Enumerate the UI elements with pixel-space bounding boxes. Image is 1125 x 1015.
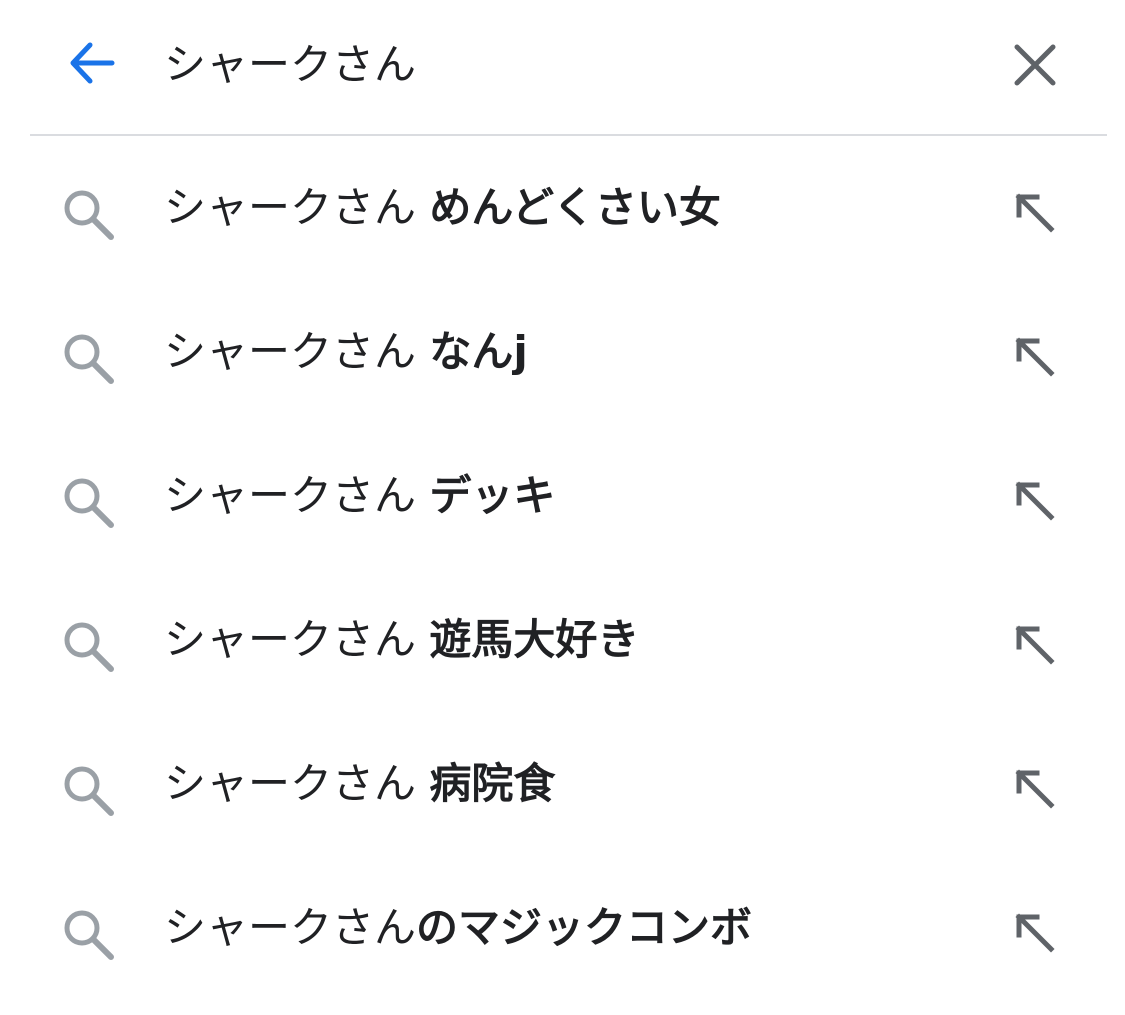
arrow-up-left-icon [1015, 481, 1055, 521]
clear-button[interactable] [1002, 32, 1068, 98]
search-input[interactable] [164, 28, 944, 94]
suggestion-completion: めんどくさい女 [429, 183, 721, 232]
fill-query-button[interactable] [1004, 470, 1066, 532]
suggestion-text: シャークさん 遊馬大好き [164, 604, 639, 676]
arrow-up-left-icon [1015, 913, 1055, 953]
suggestion-text: シャークさん デッキ [164, 460, 555, 532]
suggestion-list: シャークさん めんどくさい女 シャークさん なんj シャークさん デッキ シャー… [0, 136, 1125, 1000]
suggestion-completion: のマジックコンボ [416, 903, 753, 952]
search-icon [58, 904, 120, 966]
suggestion-prefix: シャークさん [164, 327, 430, 376]
suggestion-item[interactable]: シャークさん めんどくさい女 [0, 136, 1125, 280]
search-icon [58, 184, 120, 246]
arrow-up-left-icon [1015, 769, 1055, 809]
fill-query-button[interactable] [1004, 902, 1066, 964]
suggestion-completion: なんj [429, 327, 528, 376]
search-icon [58, 328, 120, 390]
suggestion-prefix: シャークさん [164, 615, 430, 664]
search-icon [58, 760, 120, 822]
suggestion-item[interactable]: シャークさん 病院食 [0, 712, 1125, 856]
suggestion-prefix: シャークさん [164, 471, 430, 520]
suggestion-text: シャークさん なんj [164, 316, 528, 388]
suggestion-completion: デッキ [429, 471, 556, 520]
suggestion-item[interactable]: シャークさん なんj [0, 280, 1125, 424]
arrow-up-left-icon [1015, 337, 1055, 377]
arrow-up-left-icon [1015, 625, 1055, 665]
suggestion-item[interactable]: シャークさんのマジックコンボ [0, 856, 1125, 1000]
suggestion-completion: 病院食 [429, 759, 556, 808]
suggestion-prefix: シャークさん [164, 183, 430, 232]
suggestion-text: シャークさん 病院食 [164, 748, 555, 820]
fill-query-button[interactable] [1004, 182, 1066, 244]
suggestion-item[interactable]: シャークさん デッキ [0, 424, 1125, 568]
arrow-back-icon [70, 42, 115, 84]
arrow-up-left-icon [1015, 193, 1055, 233]
suggestion-text: シャークさんのマジックコンボ [164, 892, 752, 964]
search-icon [58, 472, 120, 534]
fill-query-button[interactable] [1004, 614, 1066, 676]
suggestion-prefix: シャークさん [164, 759, 430, 808]
fill-query-button[interactable] [1004, 326, 1066, 388]
suggestion-prefix: シャークさん [164, 903, 417, 952]
suggestion-text: シャークさん めんどくさい女 [164, 172, 721, 244]
back-button[interactable] [56, 28, 126, 98]
search-icon [58, 616, 120, 678]
suggestion-item[interactable]: シャークさん 遊馬大好き [0, 568, 1125, 712]
search-bar [0, 0, 1125, 130]
fill-query-button[interactable] [1004, 758, 1066, 820]
suggestion-completion: 遊馬大好き [429, 615, 640, 664]
close-icon [1014, 44, 1056, 86]
